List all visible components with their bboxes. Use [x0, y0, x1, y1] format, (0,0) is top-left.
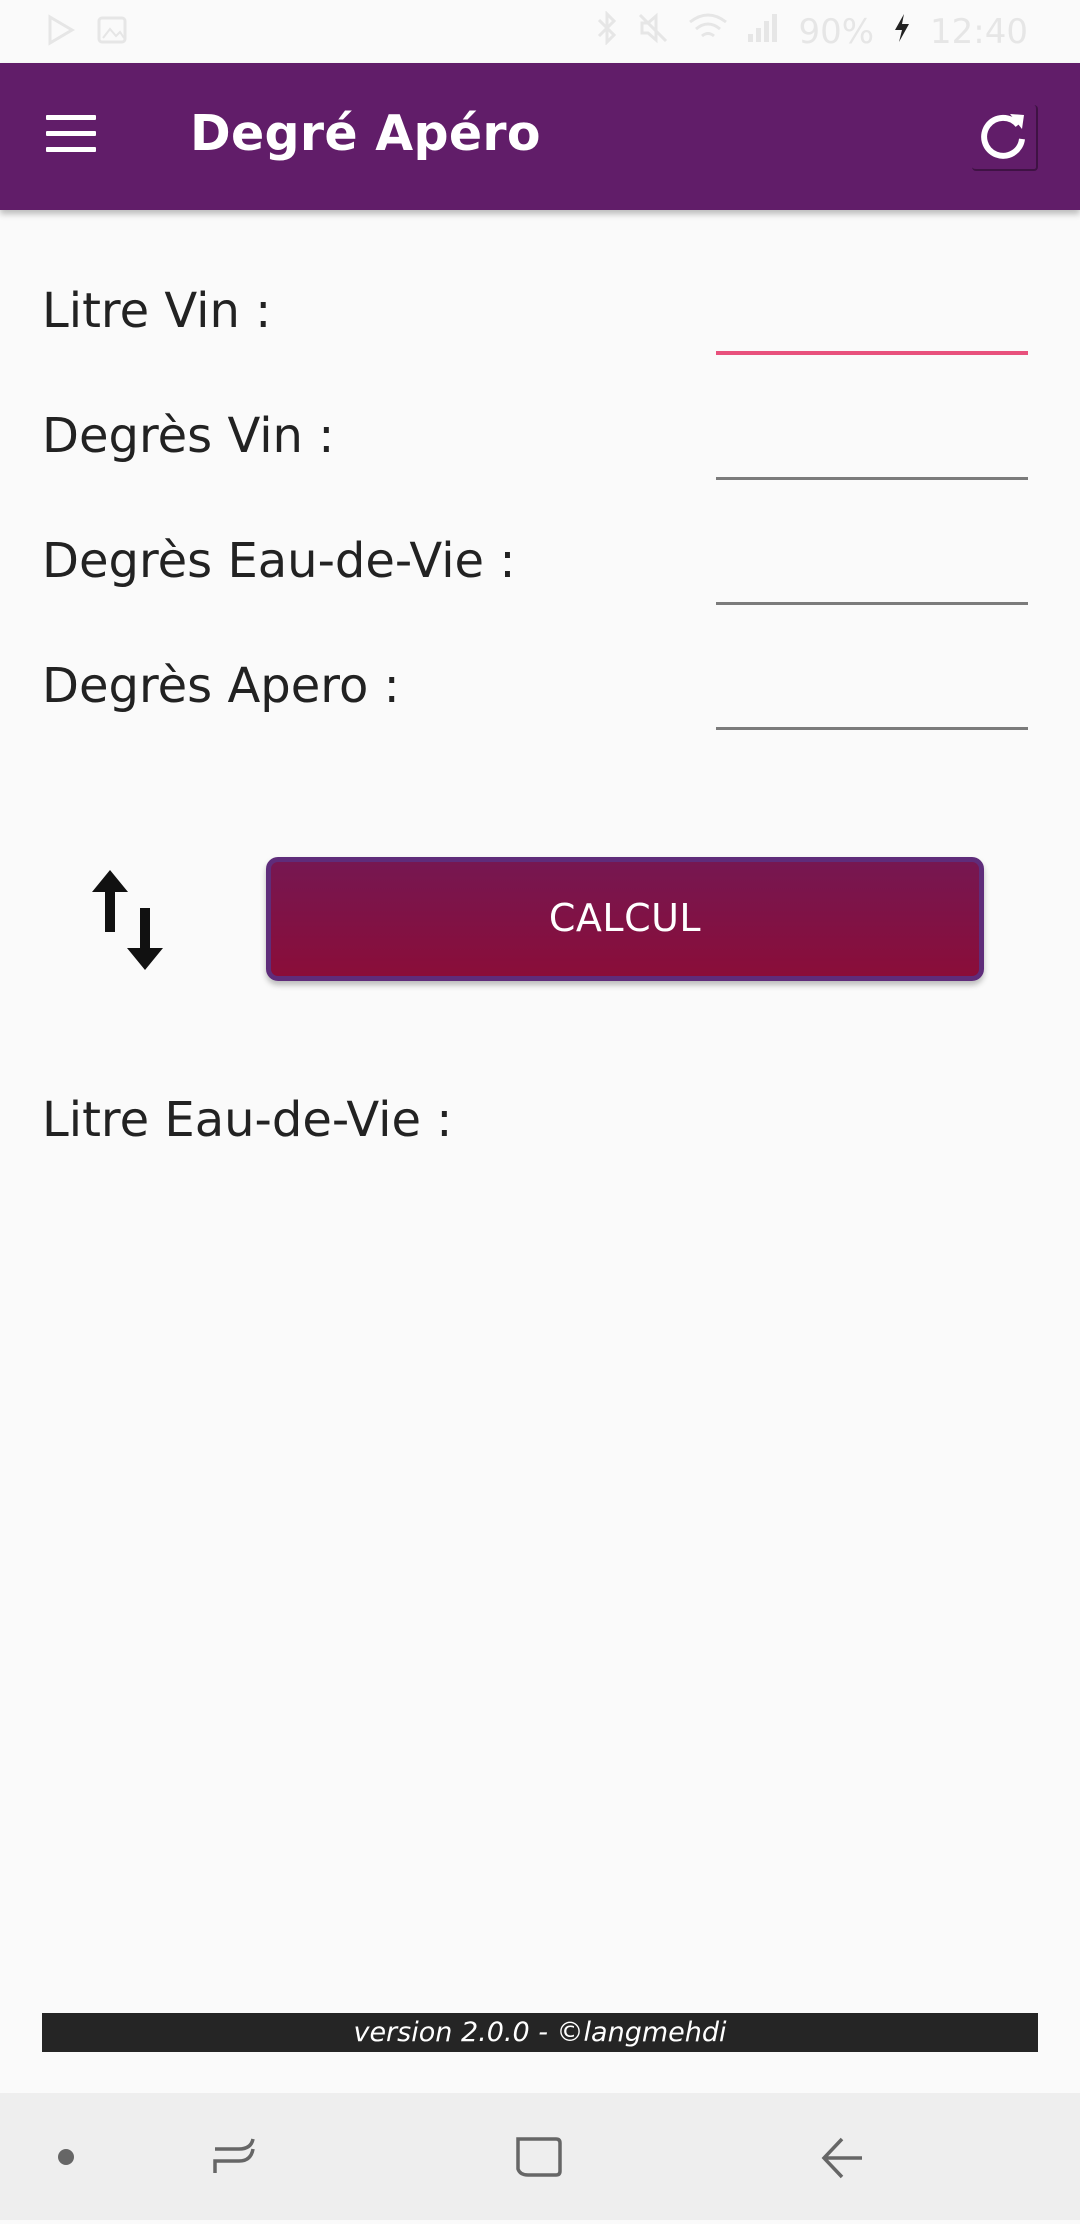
refresh-button[interactable] [972, 105, 1038, 171]
play-store-icon [46, 14, 76, 50]
mute-icon [636, 11, 670, 54]
litre-vin-input[interactable] [716, 295, 1028, 355]
back-icon[interactable] [812, 2093, 872, 2220]
signal-icon [746, 12, 780, 53]
degres-apero-label: Degrès Apero : [42, 658, 400, 714]
degres-eau-de-vie-input[interactable] [716, 545, 1028, 605]
form-row-degres-apero: Degrès Apero : [0, 640, 1080, 750]
swap-vertical-arrows-icon [92, 870, 163, 970]
home-icon[interactable] [508, 2093, 568, 2220]
form-row-degres-eau-de-vie: Degrès Eau-de-Vie : [0, 515, 1080, 625]
image-icon [96, 14, 128, 50]
form-row-litre-vin: Litre Vin : [0, 265, 1080, 375]
navigation-bar [0, 2093, 1080, 2220]
recent-apps-icon[interactable] [205, 2093, 265, 2220]
calcul-button[interactable]: CALCUL [266, 857, 984, 981]
degres-vin-input[interactable] [716, 420, 1028, 480]
bluetooth-icon [596, 9, 618, 54]
degres-apero-input[interactable] [716, 670, 1028, 730]
wifi-icon [688, 12, 728, 53]
degres-vin-label: Degrès Vin : [42, 408, 335, 464]
degres-eau-de-vie-label: Degrès Eau-de-Vie : [42, 533, 516, 589]
app-bar: Degré Apéro [0, 63, 1080, 210]
status-time: 12:40 [930, 12, 1028, 52]
litre-vin-label: Litre Vin : [42, 283, 272, 339]
litre-eau-de-vie-label: Litre Eau-de-Vie : [42, 1092, 453, 1148]
battery-percent: 90% [798, 12, 875, 52]
charging-icon [892, 12, 912, 53]
version-footer: version 2.0.0 - ©langmehdi [42, 2013, 1038, 2052]
form-row-degres-vin: Degrès Vin : [0, 390, 1080, 500]
refresh-icon [981, 114, 1025, 159]
app-title: Degré Apéro [190, 105, 541, 162]
swap-button[interactable] [88, 870, 168, 970]
status-bar: 90% 12:40 [0, 0, 1080, 63]
status-bar-right: 90% 12:40 [596, 9, 1028, 54]
hamburger-menu-icon[interactable] [46, 115, 98, 155]
dot-icon[interactable] [46, 2093, 86, 2220]
